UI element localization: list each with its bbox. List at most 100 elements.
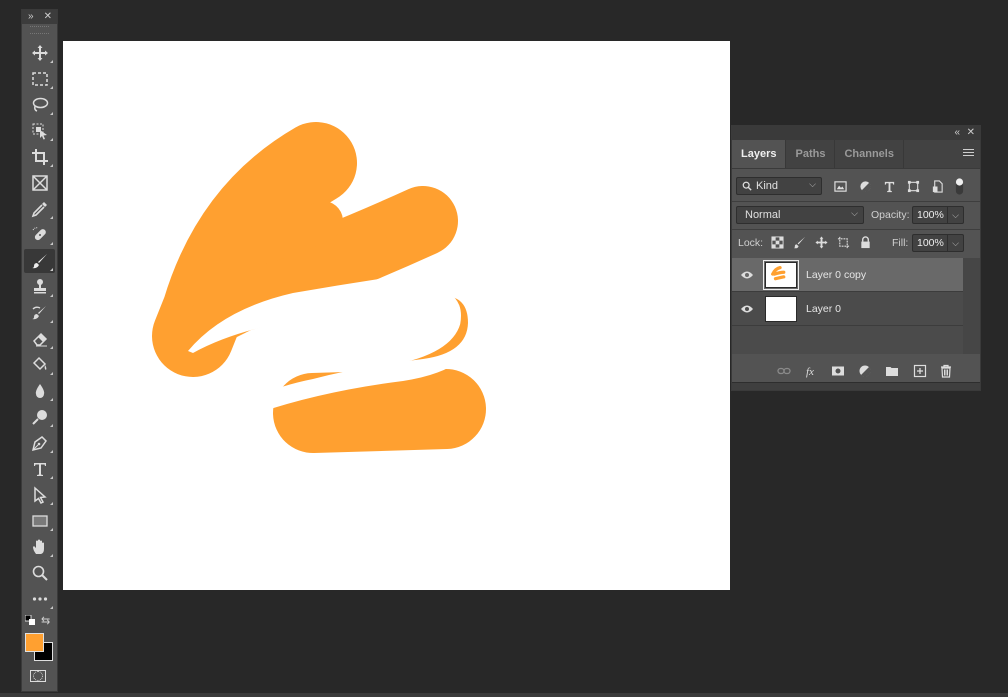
pen-tool[interactable] bbox=[24, 431, 55, 455]
add-layer-style-button[interactable]: fx bbox=[804, 363, 820, 379]
status-bar bbox=[0, 693, 1008, 697]
lock-icon bbox=[860, 235, 870, 248]
trash-icon bbox=[941, 364, 951, 378]
opacity-dropdown-button[interactable]: ⌵ bbox=[947, 207, 963, 223]
search-icon bbox=[742, 181, 752, 191]
lock-transparent-pixels-button[interactable] bbox=[770, 235, 784, 249]
fill-value: 100% bbox=[917, 237, 944, 249]
crop-icon bbox=[31, 149, 48, 165]
history-brush-tool[interactable] bbox=[24, 301, 55, 325]
brush-icon bbox=[31, 254, 47, 269]
default-colors-icon[interactable] bbox=[25, 615, 35, 625]
shape-icon bbox=[907, 180, 919, 192]
type-tool[interactable] bbox=[24, 457, 55, 481]
fill-dropdown-button[interactable]: ⌵ bbox=[947, 235, 963, 251]
lock-position-button[interactable] bbox=[814, 235, 828, 249]
move-icon bbox=[814, 235, 828, 249]
filter-shape-layers-button[interactable] bbox=[906, 179, 920, 193]
rectangular-marquee-tool[interactable] bbox=[24, 67, 55, 91]
eraser-icon bbox=[32, 332, 47, 347]
rectangle-tool[interactable] bbox=[24, 509, 55, 533]
collapse-panel-button[interactable]: « bbox=[954, 126, 960, 140]
eraser-tool[interactable] bbox=[24, 327, 55, 351]
move-icon bbox=[31, 45, 48, 61]
frame-icon bbox=[31, 175, 48, 191]
panel-resize-handle[interactable] bbox=[732, 382, 980, 390]
opacity-field[interactable]: 100% ⌵ bbox=[912, 206, 964, 224]
edit-toolbar[interactable] bbox=[24, 587, 55, 611]
quick-mask-button[interactable] bbox=[30, 670, 46, 682]
path-selection-tool[interactable] bbox=[24, 483, 55, 507]
document-canvas[interactable] bbox=[63, 41, 730, 590]
fill-field[interactable]: 100% ⌵ bbox=[912, 234, 964, 252]
new-layer-button[interactable] bbox=[912, 363, 928, 379]
new-group-button[interactable] bbox=[884, 363, 900, 379]
type-icon bbox=[33, 463, 46, 476]
brush-icon bbox=[793, 236, 805, 248]
filter-type-layers-button[interactable] bbox=[882, 179, 896, 193]
lasso-tool[interactable] bbox=[24, 93, 55, 117]
layer-row[interactable]: Layer 0 bbox=[732, 292, 963, 326]
move-tool[interactable] bbox=[24, 41, 55, 65]
frame-tool[interactable] bbox=[24, 171, 55, 195]
filter-adjustment-layers-button[interactable] bbox=[858, 179, 872, 193]
arrow-icon bbox=[33, 486, 47, 504]
paint-bucket-tool[interactable] bbox=[24, 353, 55, 377]
fx-icon: fx bbox=[806, 366, 814, 378]
adjustment-icon bbox=[859, 365, 871, 377]
add-mask-button[interactable] bbox=[830, 363, 846, 379]
more-icon bbox=[32, 597, 47, 601]
lock-artboard-button[interactable] bbox=[836, 235, 850, 249]
crop-tool[interactable] bbox=[24, 145, 55, 169]
filter-smart-objects-button[interactable] bbox=[930, 179, 944, 193]
layer-name[interactable]: Layer 0 bbox=[806, 303, 841, 315]
visibility-eye-icon[interactable] bbox=[740, 304, 754, 314]
panel-title-bar[interactable]: « ✕ bbox=[732, 126, 980, 140]
eyedropper-tool[interactable] bbox=[24, 197, 55, 221]
layers-list: Layer 0 copy Layer 0 bbox=[732, 258, 963, 354]
tab-layers[interactable]: Layers bbox=[732, 140, 787, 168]
collapse-toolbar-button[interactable]: » bbox=[28, 10, 34, 24]
layer-name[interactable]: Layer 0 copy bbox=[806, 269, 866, 281]
tab-channels[interactable]: Channels bbox=[835, 140, 904, 168]
lock-all-button[interactable] bbox=[858, 235, 872, 249]
image-icon bbox=[833, 180, 847, 192]
filter-kind-dropdown[interactable]: Kind ⌵ bbox=[736, 177, 822, 195]
separator bbox=[732, 229, 980, 230]
visibility-eye-icon[interactable] bbox=[740, 270, 754, 280]
layers-scrollbar[interactable] bbox=[963, 258, 980, 354]
layer-thumbnail bbox=[763, 259, 799, 290]
foreground-color-swatch[interactable] bbox=[25, 633, 44, 652]
opacity-label: Opacity: bbox=[871, 209, 910, 221]
panel-menu-icon[interactable] bbox=[963, 149, 974, 158]
smart-object-icon bbox=[932, 179, 943, 193]
new-adjustment-layer-button[interactable] bbox=[857, 363, 873, 379]
type-icon bbox=[884, 181, 894, 192]
close-toolbar-button[interactable]: ✕ bbox=[44, 10, 52, 24]
spot-healing-brush-tool[interactable] bbox=[24, 223, 55, 247]
link-layers-button[interactable] bbox=[776, 363, 792, 379]
delete-layer-button[interactable] bbox=[938, 363, 954, 379]
filter-toggle-switch[interactable] bbox=[952, 176, 966, 196]
zoom-tool[interactable] bbox=[24, 561, 55, 585]
artboard-icon bbox=[837, 236, 849, 248]
blur-tool[interactable] bbox=[24, 379, 55, 403]
swap-colors-icon[interactable]: ⇆ bbox=[41, 614, 50, 627]
blend-mode-dropdown[interactable]: Normal ⌵ bbox=[736, 206, 864, 224]
pen-icon bbox=[31, 436, 47, 452]
dodge-tool[interactable] bbox=[24, 405, 55, 429]
separator bbox=[732, 201, 980, 202]
lock-image-pixels-button[interactable] bbox=[792, 235, 806, 249]
toolbar-grip[interactable] bbox=[30, 26, 49, 34]
object-selection-tool[interactable] bbox=[24, 119, 55, 143]
brush-stroke-artwork bbox=[152, 122, 486, 453]
chevron-down-icon: ⌵ bbox=[809, 179, 816, 189]
hand-tool[interactable] bbox=[24, 535, 55, 559]
tab-paths[interactable]: Paths bbox=[786, 140, 836, 168]
close-panel-button[interactable]: ✕ bbox=[967, 126, 975, 140]
clone-stamp-tool[interactable] bbox=[24, 275, 55, 299]
layer-row[interactable]: Layer 0 copy bbox=[732, 258, 963, 292]
filter-pixel-layers-button[interactable] bbox=[833, 179, 847, 193]
brush-tool[interactable] bbox=[24, 249, 55, 273]
link-icon bbox=[777, 367, 791, 375]
